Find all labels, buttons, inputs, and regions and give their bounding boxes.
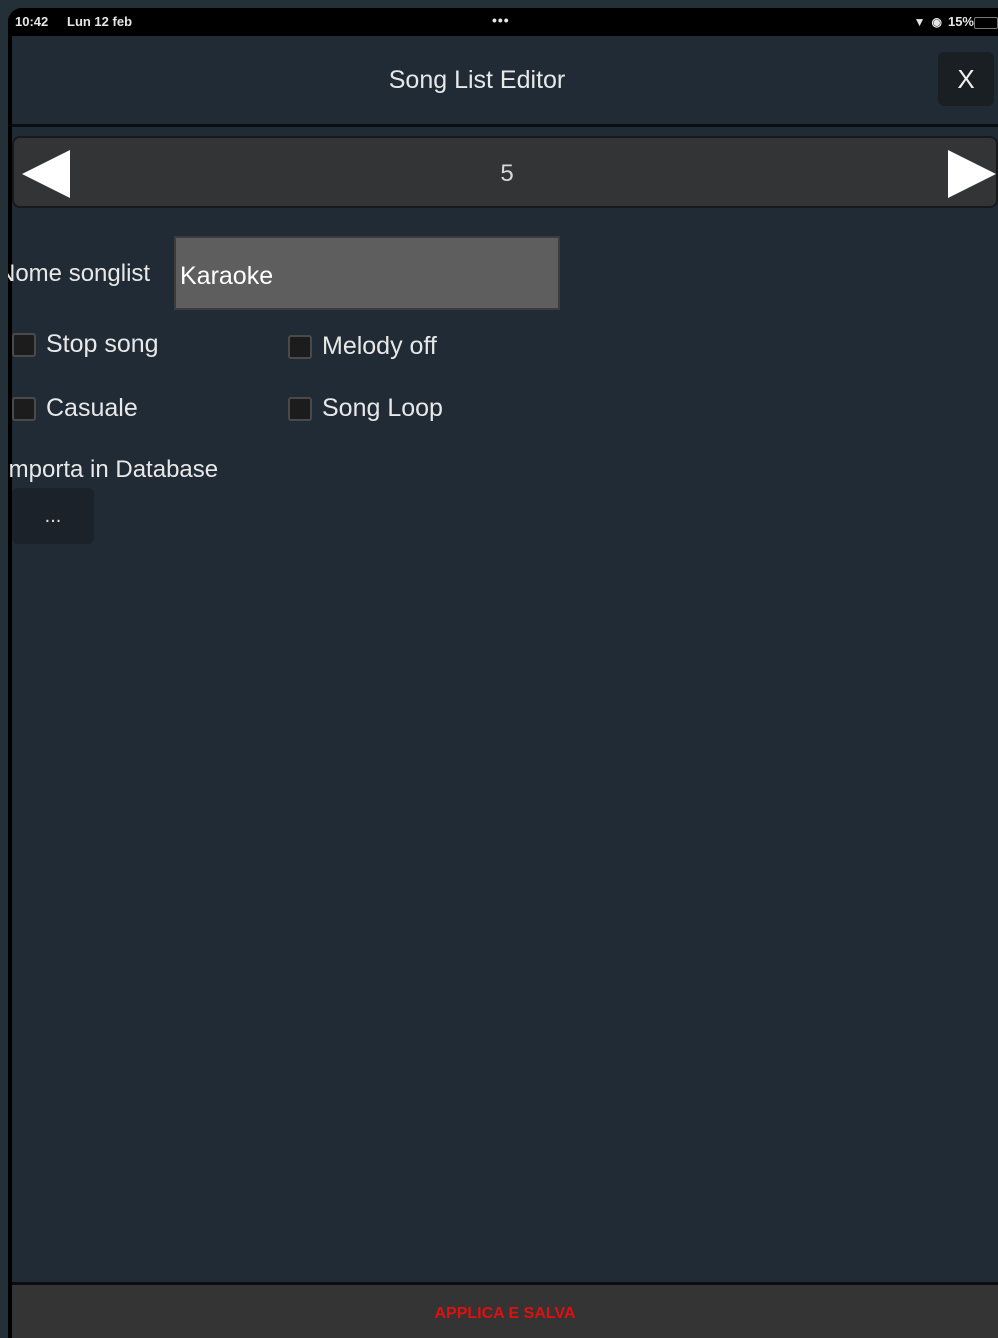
apply-and-save-button[interactable]: APPLICA E SALVA <box>12 1305 998 1323</box>
import-browse-button[interactable]: ... <box>12 488 94 544</box>
checkbox-label: Song Loop <box>322 394 443 422</box>
close-button[interactable]: X <box>938 52 994 106</box>
checkbox-box[interactable] <box>12 332 36 357</box>
checkbox-box[interactable] <box>288 334 312 359</box>
status-time: 10:42 <box>15 14 49 29</box>
songlist-number: 5 <box>500 160 514 187</box>
checkbox-label: Stop song <box>46 330 159 358</box>
multitasking-dots-icon[interactable]: ••• <box>492 12 510 28</box>
checkbox-box[interactable] <box>12 396 36 421</box>
battery-percent: 15% <box>947 14 974 29</box>
casuale-checkbox[interactable]: Casuale <box>12 394 138 423</box>
footer-bar: APPLICA E SALVA <box>12 1282 998 1338</box>
status-indicators: ▼ ◉ 15% <box>914 14 974 29</box>
orientation-lock-icon: ◉ <box>931 14 942 29</box>
checkbox-label: Casuale <box>46 394 138 422</box>
device-frame: 10:42 Lun 12 feb ••• ▼ ◉ 15% Song List E… <box>8 8 998 1338</box>
title-bar: Song List Editor X <box>12 36 998 127</box>
status-bar: 10:42 Lun 12 feb ••• ▼ ◉ 15% <box>8 8 998 36</box>
checkbox-label: Melody off <box>322 332 437 360</box>
battery-icon <box>974 17 998 29</box>
songlist-name-label: Nome songlist <box>8 260 151 287</box>
melody-off-checkbox[interactable]: Melody off <box>288 332 437 361</box>
page-title: Song List Editor <box>388 66 566 94</box>
song-list-editor: Song List Editor X 5 Nome songlist Karao… <box>8 36 998 1338</box>
next-arrow-icon[interactable] <box>948 150 996 198</box>
status-date: Lun 12 feb <box>67 14 133 29</box>
stop-song-checkbox[interactable]: Stop song <box>12 330 159 359</box>
songlist-name-input[interactable]: Karaoke <box>174 236 560 310</box>
song-loop-checkbox[interactable]: Song Loop <box>288 394 443 423</box>
checkbox-box[interactable] <box>288 396 312 421</box>
import-database-label: Importa in Database <box>8 456 219 483</box>
songlist-navigator: 5 <box>12 136 998 208</box>
wifi-icon: ▼ <box>913 14 926 29</box>
